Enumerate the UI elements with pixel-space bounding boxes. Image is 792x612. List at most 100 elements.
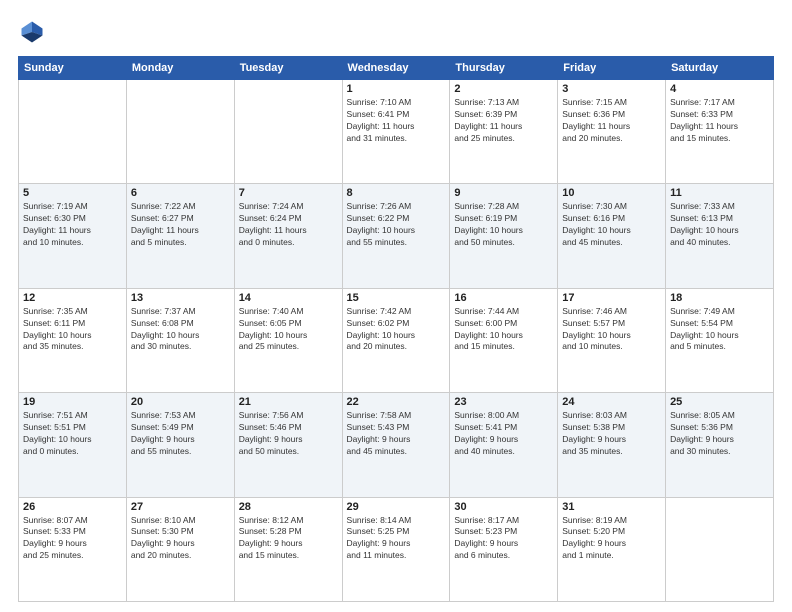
calendar-cell: 18 Sunrise: 7:49 AMSunset: 5:54 PMDayligh… <box>666 288 774 392</box>
day-number: 10 <box>562 187 661 199</box>
day-number: 25 <box>670 396 769 408</box>
day-info: Sunrise: 8:07 AMSunset: 5:33 PMDaylight:… <box>23 515 122 563</box>
day-info: Sunrise: 7:58 AMSunset: 5:43 PMDaylight:… <box>347 410 446 458</box>
calendar-cell: 8 Sunrise: 7:26 AMSunset: 6:22 PMDaylight… <box>342 184 450 288</box>
day-info: Sunrise: 8:12 AMSunset: 5:28 PMDaylight:… <box>239 515 338 563</box>
calendar-cell: 23 Sunrise: 8:00 AMSunset: 5:41 PMDayligh… <box>450 393 558 497</box>
day-info: Sunrise: 7:30 AMSunset: 6:16 PMDaylight:… <box>562 201 661 249</box>
calendar-week-row: 19Sunrise: 7:51 AMSunset: 5:51 PMDayligh… <box>19 393 774 497</box>
day-number: 12 <box>23 292 122 304</box>
calendar-cell: 14 Sunrise: 7:40 AMSunset: 6:05 PMDayligh… <box>234 288 342 392</box>
calendar-cell: 10 Sunrise: 7:30 AMSunset: 6:16 PMDayligh… <box>558 184 666 288</box>
calendar-week-row: 5Sunrise: 7:19 AMSunset: 6:30 PMDaylight… <box>19 184 774 288</box>
weekday-header: Monday <box>126 57 234 80</box>
day-number: 5 <box>23 187 122 199</box>
day-number: 17 <box>562 292 661 304</box>
calendar-cell: 6 Sunrise: 7:22 AMSunset: 6:27 PMDaylight… <box>126 184 234 288</box>
day-number: 8 <box>347 187 446 199</box>
weekday-header: Sunday <box>19 57 127 80</box>
day-number: 11 <box>670 187 769 199</box>
day-number: 18 <box>670 292 769 304</box>
day-info: Sunrise: 7:56 AMSunset: 5:46 PMDaylight:… <box>239 410 338 458</box>
day-info: Sunrise: 8:03 AMSunset: 5:38 PMDaylight:… <box>562 410 661 458</box>
calendar-cell: 4 Sunrise: 7:17 AMSunset: 6:33 PMDaylight… <box>666 80 774 184</box>
day-info: Sunrise: 8:05 AMSunset: 5:36 PMDaylight:… <box>670 410 769 458</box>
day-info: Sunrise: 8:17 AMSunset: 5:23 PMDaylight:… <box>454 515 553 563</box>
day-info: Sunrise: 7:24 AMSunset: 6:24 PMDaylight:… <box>239 201 338 249</box>
calendar-cell: 19Sunrise: 7:51 AMSunset: 5:51 PMDayligh… <box>19 393 127 497</box>
calendar-week-row: 1 Sunrise: 7:10 AMSunset: 6:41 PMDaylight… <box>19 80 774 184</box>
day-info: Sunrise: 7:40 AMSunset: 6:05 PMDaylight:… <box>239 306 338 354</box>
calendar-cell: 11 Sunrise: 7:33 AMSunset: 6:13 PMDayligh… <box>666 184 774 288</box>
weekday-header-row: SundayMondayTuesdayWednesdayThursdayFrid… <box>19 57 774 80</box>
calendar-cell: 13Sunrise: 7:37 AMSunset: 6:08 PMDayligh… <box>126 288 234 392</box>
day-number: 23 <box>454 396 553 408</box>
day-number: 1 <box>347 83 446 95</box>
day-number: 27 <box>131 501 230 513</box>
weekday-header: Friday <box>558 57 666 80</box>
day-number: 7 <box>239 187 338 199</box>
calendar-week-row: 12 Sunrise: 7:35 AMSunset: 6:11 PMDayligh… <box>19 288 774 392</box>
day-info: Sunrise: 7:37 AMSunset: 6:08 PMDaylight:… <box>131 306 230 354</box>
calendar-cell: 31Sunrise: 8:19 AMSunset: 5:20 PMDayligh… <box>558 497 666 601</box>
calendar-cell: 24Sunrise: 8:03 AMSunset: 5:38 PMDayligh… <box>558 393 666 497</box>
calendar-cell: 30 Sunrise: 8:17 AMSunset: 5:23 PMDayligh… <box>450 497 558 601</box>
day-info: Sunrise: 7:49 AMSunset: 5:54 PMDaylight:… <box>670 306 769 354</box>
day-info: Sunrise: 8:10 AMSunset: 5:30 PMDaylight:… <box>131 515 230 563</box>
day-info: Sunrise: 7:13 AMSunset: 6:39 PMDaylight:… <box>454 97 553 145</box>
weekday-header: Wednesday <box>342 57 450 80</box>
logo-icon <box>18 18 46 46</box>
day-info: Sunrise: 8:19 AMSunset: 5:20 PMDaylight:… <box>562 515 661 563</box>
day-info: Sunrise: 7:26 AMSunset: 6:22 PMDaylight:… <box>347 201 446 249</box>
weekday-header: Thursday <box>450 57 558 80</box>
day-number: 14 <box>239 292 338 304</box>
calendar-cell <box>666 497 774 601</box>
day-info: Sunrise: 7:10 AMSunset: 6:41 PMDaylight:… <box>347 97 446 145</box>
day-info: Sunrise: 7:53 AMSunset: 5:49 PMDaylight:… <box>131 410 230 458</box>
day-info: Sunrise: 8:00 AMSunset: 5:41 PMDaylight:… <box>454 410 553 458</box>
calendar-cell: 28 Sunrise: 8:12 AMSunset: 5:28 PMDayligh… <box>234 497 342 601</box>
calendar-cell: 29 Sunrise: 8:14 AMSunset: 5:25 PMDayligh… <box>342 497 450 601</box>
day-number: 22 <box>347 396 446 408</box>
day-number: 19 <box>23 396 122 408</box>
day-number: 28 <box>239 501 338 513</box>
day-number: 9 <box>454 187 553 199</box>
calendar-cell: 3Sunrise: 7:15 AMSunset: 6:36 PMDaylight… <box>558 80 666 184</box>
day-info: Sunrise: 7:44 AMSunset: 6:00 PMDaylight:… <box>454 306 553 354</box>
day-info: Sunrise: 7:46 AMSunset: 5:57 PMDaylight:… <box>562 306 661 354</box>
weekday-header: Saturday <box>666 57 774 80</box>
day-info: Sunrise: 7:42 AMSunset: 6:02 PMDaylight:… <box>347 306 446 354</box>
calendar-week-row: 26 Sunrise: 8:07 AMSunset: 5:33 PMDayligh… <box>19 497 774 601</box>
calendar-cell <box>234 80 342 184</box>
calendar-cell: 5Sunrise: 7:19 AMSunset: 6:30 PMDaylight… <box>19 184 127 288</box>
calendar-cell <box>19 80 127 184</box>
day-number: 6 <box>131 187 230 199</box>
day-number: 29 <box>347 501 446 513</box>
calendar-cell: 1 Sunrise: 7:10 AMSunset: 6:41 PMDaylight… <box>342 80 450 184</box>
calendar-cell: 22 Sunrise: 7:58 AMSunset: 5:43 PMDayligh… <box>342 393 450 497</box>
calendar-cell: 20 Sunrise: 7:53 AMSunset: 5:49 PMDayligh… <box>126 393 234 497</box>
calendar-cell: 2 Sunrise: 7:13 AMSunset: 6:39 PMDaylight… <box>450 80 558 184</box>
day-number: 20 <box>131 396 230 408</box>
day-info: Sunrise: 7:22 AMSunset: 6:27 PMDaylight:… <box>131 201 230 249</box>
day-info: Sunrise: 7:28 AMSunset: 6:19 PMDaylight:… <box>454 201 553 249</box>
calendar-cell <box>126 80 234 184</box>
calendar-cell: 12 Sunrise: 7:35 AMSunset: 6:11 PMDayligh… <box>19 288 127 392</box>
day-number: 2 <box>454 83 553 95</box>
weekday-header: Tuesday <box>234 57 342 80</box>
calendar-page: SundayMondayTuesdayWednesdayThursdayFrid… <box>0 0 792 612</box>
calendar-cell: 21Sunrise: 7:56 AMSunset: 5:46 PMDayligh… <box>234 393 342 497</box>
calendar-table: SundayMondayTuesdayWednesdayThursdayFrid… <box>18 56 774 602</box>
day-info: Sunrise: 7:17 AMSunset: 6:33 PMDaylight:… <box>670 97 769 145</box>
header <box>18 18 774 46</box>
day-number: 30 <box>454 501 553 513</box>
day-info: Sunrise: 8:14 AMSunset: 5:25 PMDaylight:… <box>347 515 446 563</box>
day-number: 26 <box>23 501 122 513</box>
day-number: 4 <box>670 83 769 95</box>
day-number: 16 <box>454 292 553 304</box>
calendar-cell: 15Sunrise: 7:42 AMSunset: 6:02 PMDayligh… <box>342 288 450 392</box>
calendar-cell: 27 Sunrise: 8:10 AMSunset: 5:30 PMDayligh… <box>126 497 234 601</box>
day-info: Sunrise: 7:35 AMSunset: 6:11 PMDaylight:… <box>23 306 122 354</box>
calendar-cell: 17 Sunrise: 7:46 AMSunset: 5:57 PMDayligh… <box>558 288 666 392</box>
day-info: Sunrise: 7:33 AMSunset: 6:13 PMDaylight:… <box>670 201 769 249</box>
